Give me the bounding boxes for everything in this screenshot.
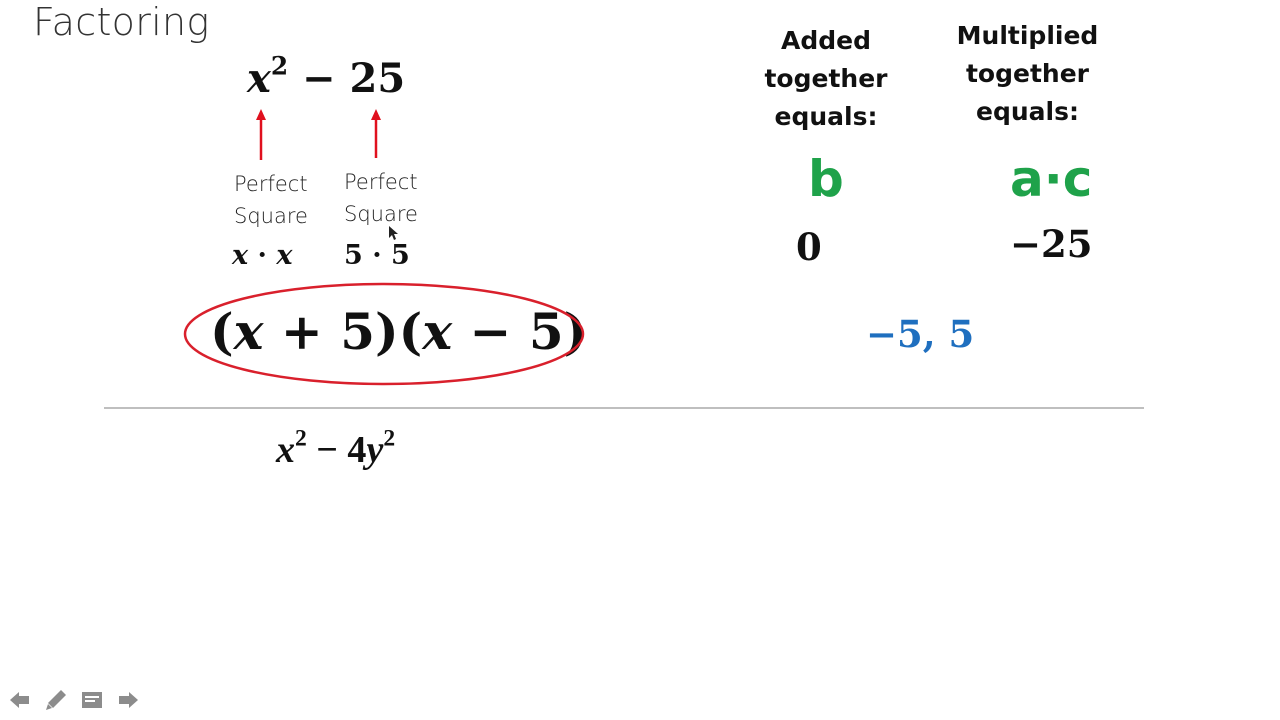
label-line: Perfect [234, 172, 308, 196]
slide: Factoring x2 − 25 Perfect Square Perfect… [0, 0, 1280, 720]
variable: x [276, 429, 295, 471]
perfect-square-label-left: Perfect Square [234, 168, 308, 232]
label-line: Square [344, 202, 418, 226]
arrow-left [256, 109, 266, 160]
factor: x [276, 240, 293, 271]
slide-title: Factoring [33, 0, 210, 44]
term: + 5)( [263, 302, 423, 361]
arrow-left-icon[interactable] [8, 688, 32, 712]
arrow-right [371, 109, 381, 158]
ac-label: a·c [1010, 150, 1093, 208]
factor: 5 [344, 240, 363, 271]
factored-answer: (x + 5)(x − 5) [210, 302, 587, 361]
divider-line [104, 407, 1144, 409]
header-line: equals: [976, 97, 1079, 126]
paren: ( [210, 302, 234, 361]
variable: x [233, 302, 264, 361]
problem1-base: x [247, 55, 271, 102]
term: − 5) [452, 302, 588, 361]
factor: 5 [391, 240, 410, 271]
problem1-operator: − [288, 55, 350, 102]
variable: y [366, 429, 384, 471]
label-line: Perfect [344, 170, 418, 194]
factor-pair: −5, 5 [866, 312, 975, 356]
problem1-expression: x2 − 25 [247, 51, 406, 102]
arrow-right-icon[interactable] [116, 688, 140, 712]
header-line: Added [781, 26, 871, 55]
label-line: Square [234, 204, 308, 228]
b-label: b [808, 150, 844, 208]
header-line: together [965, 59, 1089, 88]
problem1-exponent: 2 [270, 51, 289, 81]
header-line: together [764, 64, 888, 93]
dot: · [248, 240, 277, 271]
exponent: 2 [383, 425, 396, 452]
left-product: x · x [232, 240, 292, 271]
variable: x [422, 302, 453, 361]
factor: x [232, 240, 249, 271]
perfect-square-label-right: Perfect Square [344, 166, 418, 230]
dot: · [362, 240, 391, 271]
added-together-header: Added together equals: [760, 22, 892, 136]
b-value: 0 [796, 225, 822, 269]
header-line: equals: [774, 102, 878, 131]
problem2-expression: x2 − 4y2 [276, 425, 396, 472]
notes-icon[interactable] [80, 688, 104, 712]
exponent: 2 [295, 425, 307, 452]
ac-value: −25 [1010, 222, 1093, 266]
problem1-constant: 25 [349, 55, 406, 102]
header-line: Multiplied [956, 21, 1099, 50]
multiplied-together-header: Multiplied together equals: [945, 17, 1110, 131]
slide-navigation [8, 688, 140, 712]
term: − 4 [306, 429, 367, 471]
right-product: 5 · 5 [344, 240, 410, 271]
pen-icon[interactable] [44, 688, 68, 712]
